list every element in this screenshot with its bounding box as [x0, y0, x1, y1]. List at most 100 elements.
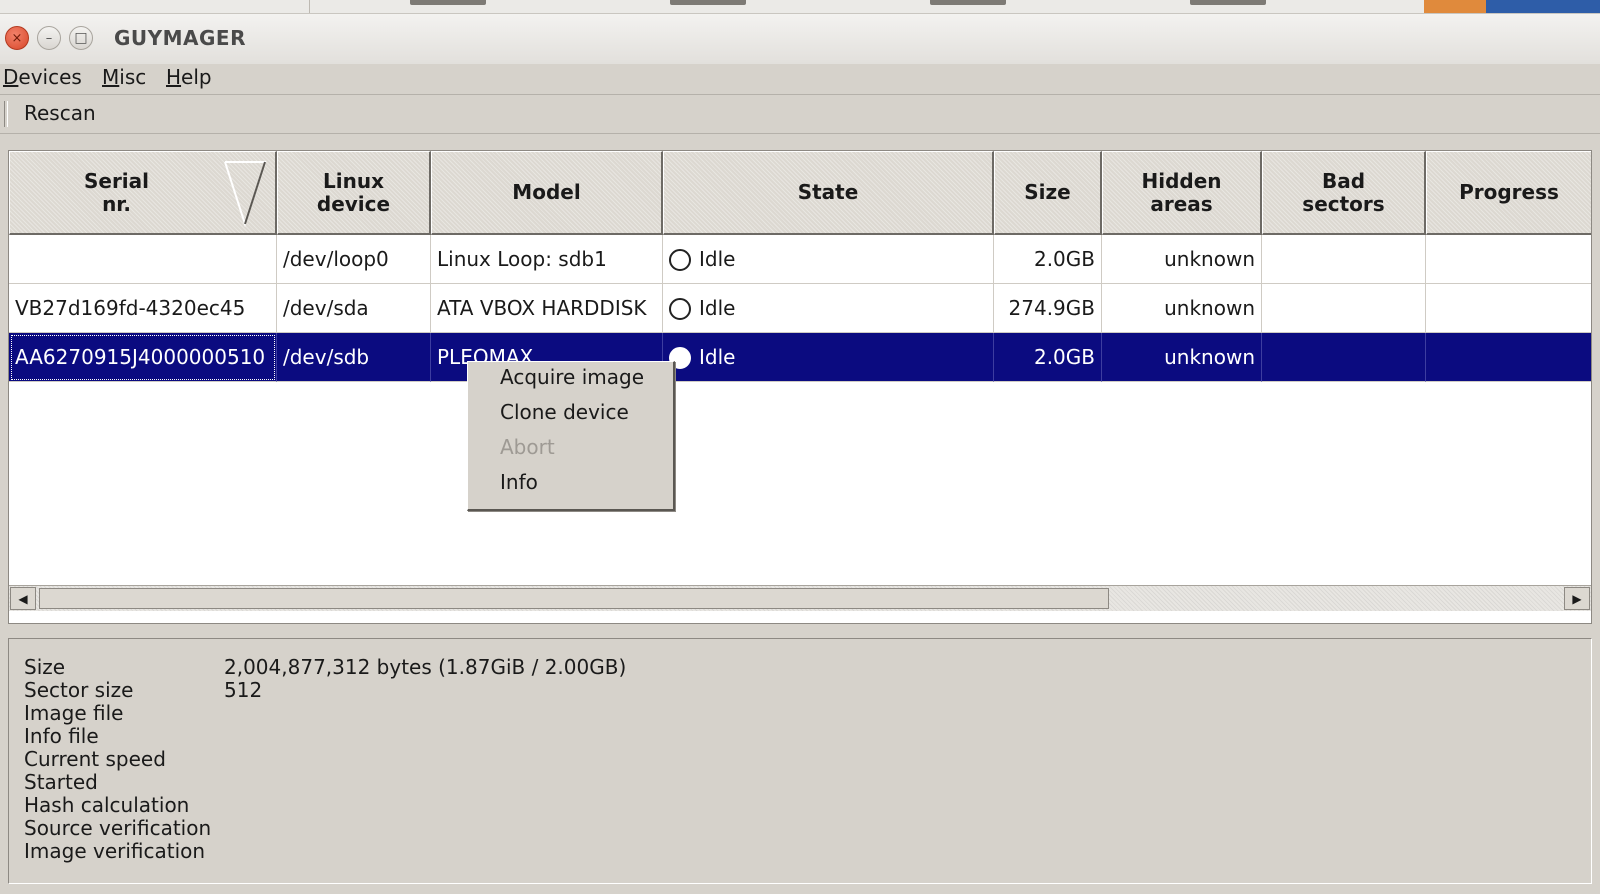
- rescan-button[interactable]: Rescan: [24, 101, 96, 125]
- table-row-selected[interactable]: AA6270915J4000000510 /dev/sdb PLEOMAX Id…: [9, 333, 1591, 382]
- cell-device: /dev/loop0: [277, 235, 431, 284]
- menu-devices[interactable]: Devices: [3, 65, 82, 89]
- cell-size: 2.0GB: [994, 333, 1102, 382]
- cell-bad-sectors: [1262, 235, 1426, 284]
- header-size-label: Size: [1024, 180, 1071, 204]
- header-state-label: State: [797, 180, 859, 204]
- header-hidden-areas-label: Hidden areas: [1141, 168, 1222, 216]
- header-bad-sectors[interactable]: Bad sectors: [1262, 151, 1426, 235]
- horizontal-scrollbar[interactable]: ◀ ▶: [9, 585, 1591, 611]
- header-progress[interactable]: Progress: [1426, 151, 1591, 235]
- cell-bad-sectors: [1262, 284, 1426, 333]
- cell-serial: [9, 235, 277, 284]
- header-state[interactable]: State: [663, 151, 994, 235]
- state-idle-icon: [669, 249, 691, 271]
- desktop-top-strip: [0, 0, 1600, 14]
- scrollbar-thumb[interactable]: [39, 588, 1109, 609]
- scroll-left-button[interactable]: ◀: [10, 587, 36, 610]
- cell-model: Linux Loop: sdb1: [431, 235, 663, 284]
- cell-progress: [1426, 284, 1591, 333]
- cell-bad-sectors: [1262, 333, 1426, 382]
- menu-misc[interactable]: Misc: [102, 65, 146, 89]
- cell-size: 274.9GB: [994, 284, 1102, 333]
- cell-hidden-areas: unknown: [1102, 235, 1262, 284]
- device-table[interactable]: Serial nr. Linux device Model State Size…: [8, 150, 1592, 624]
- info-value-size: 2,004,877,312 bytes (1.87GiB / 2.00GB): [224, 655, 627, 679]
- menu-devices-label: evices: [18, 65, 82, 89]
- sort-descending-icon: [224, 161, 267, 228]
- maximize-window-button[interactable]: □: [69, 26, 93, 50]
- scroll-left-arrow-icon: ◀: [18, 591, 28, 606]
- header-model-label: Model: [512, 180, 581, 204]
- scroll-right-button[interactable]: ▶: [1564, 587, 1590, 610]
- menu-help[interactable]: Help: [166, 65, 212, 89]
- menu-item-acquire-image[interactable]: Acquire image: [500, 365, 644, 389]
- table-row[interactable]: VB27d169fd-4320ec45 /dev/sda ATA VBOX HA…: [9, 284, 1591, 333]
- cell-serial: AA6270915J4000000510: [9, 333, 277, 382]
- info-label-source-verification: Source verification: [24, 816, 212, 840]
- strip-divider: [309, 0, 310, 13]
- cell-device: /dev/sda: [277, 284, 431, 333]
- strip-tick: [930, 0, 1006, 5]
- window-title: GUYMAGER: [114, 26, 246, 50]
- header-progress-label: Progress: [1459, 180, 1559, 204]
- info-value-sector-size: 512: [224, 678, 263, 702]
- info-label-current-speed: Current speed: [24, 747, 166, 771]
- minimize-icon: –: [45, 30, 53, 46]
- cell-state: Idle: [663, 284, 994, 333]
- info-label-hash-calculation: Hash calculation: [24, 793, 190, 817]
- header-linux-device-label: Linux device: [316, 168, 391, 216]
- header-hidden-areas[interactable]: Hidden areas: [1102, 151, 1262, 235]
- header-serial[interactable]: Serial nr.: [9, 151, 277, 235]
- scroll-right-arrow-icon: ▶: [1572, 591, 1582, 606]
- strip-tick: [1190, 0, 1266, 5]
- menu-item-clone-device[interactable]: Clone device: [500, 400, 629, 424]
- header-linux-device[interactable]: Linux device: [277, 151, 431, 235]
- cell-hidden-areas: unknown: [1102, 333, 1262, 382]
- cell-size: 2.0GB: [994, 235, 1102, 284]
- header-model[interactable]: Model: [431, 151, 663, 235]
- menu-help-label: elp: [181, 65, 212, 89]
- cell-model: ATA VBOX HARDDISK: [431, 284, 663, 333]
- cell-hidden-areas: unknown: [1102, 284, 1262, 333]
- state-idle-icon: [669, 298, 691, 320]
- menu-misc-label: isc: [119, 65, 147, 89]
- title-bar[interactable]: × – □ GUYMAGER: [0, 14, 1600, 64]
- menu-misc-mnemonic: M: [102, 65, 120, 89]
- cell-progress: [1426, 333, 1591, 382]
- close-window-button[interactable]: ×: [5, 26, 29, 50]
- close-icon: ×: [11, 30, 23, 46]
- menu-item-abort: Abort: [500, 435, 555, 459]
- cell-state: Idle: [663, 235, 994, 284]
- info-label-image-file: Image file: [24, 701, 124, 725]
- cell-serial: VB27d169fd-4320ec45: [9, 284, 277, 333]
- context-menu: Acquire image Clone device Abort Info: [467, 361, 675, 511]
- strip-tick: [670, 0, 746, 5]
- table-row[interactable]: /dev/loop0 Linux Loop: sdb1 Idle 2.0GB u…: [9, 235, 1591, 284]
- state-label: Idle: [699, 247, 736, 271]
- strip-tick: [410, 0, 486, 5]
- cell-progress: [1426, 235, 1591, 284]
- state-label: Idle: [699, 345, 736, 369]
- toolbar: Rescan: [0, 95, 1600, 134]
- info-label-sector-size: Sector size: [24, 678, 134, 702]
- menu-help-mnemonic: H: [166, 65, 182, 89]
- menu-devices-mnemonic: D: [3, 65, 19, 89]
- info-label-started: Started: [24, 770, 98, 794]
- menu-bar: Devices Misc Help: [0, 64, 1600, 95]
- state-label: Idle: [699, 296, 736, 320]
- maximize-icon: □: [74, 30, 88, 46]
- header-size[interactable]: Size: [994, 151, 1102, 235]
- device-info-panel: Size 2,004,877,312 bytes (1.87GiB / 2.00…: [8, 638, 1592, 884]
- info-label-info-file: Info file: [24, 724, 99, 748]
- header-bad-sectors-label: Bad sectors: [1302, 168, 1385, 216]
- cell-state: Idle: [663, 333, 994, 382]
- info-label-image-verification: Image verification: [24, 839, 206, 863]
- cell-device: /dev/sdb: [277, 333, 431, 382]
- menu-item-info[interactable]: Info: [500, 470, 538, 494]
- toolbar-grip-handle[interactable]: [4, 101, 8, 127]
- minimize-window-button[interactable]: –: [37, 26, 61, 50]
- info-label-size: Size: [24, 655, 66, 679]
- header-serial-label: Serial nr.: [83, 168, 150, 216]
- desktop-panel-blue: [1486, 0, 1600, 13]
